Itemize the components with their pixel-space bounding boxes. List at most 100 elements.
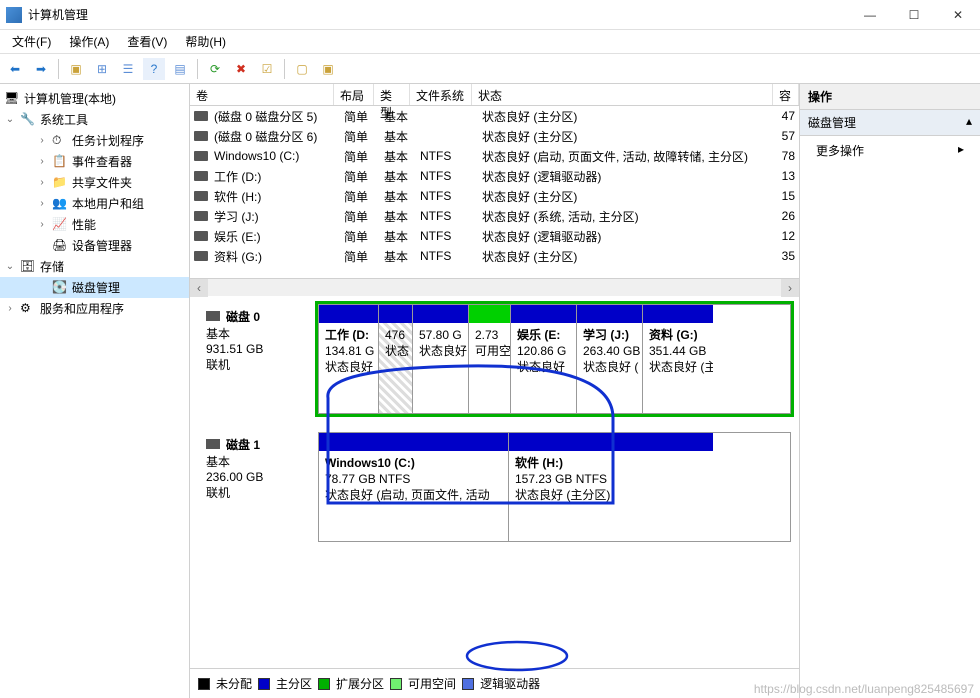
- back-icon[interactable]: ⬅: [4, 58, 26, 80]
- tree-task-scheduler[interactable]: ›⏱任务计划程序: [0, 130, 189, 151]
- disk-info[interactable]: 磁盘 1 基本236.00 GB联机: [198, 432, 318, 542]
- volume-header: 卷 布局 类型 文件系统 状态 容: [190, 84, 799, 106]
- volume-icon: [194, 171, 208, 181]
- tree-disk-management[interactable]: 💽磁盘管理: [0, 277, 189, 298]
- help-icon[interactable]: ?: [143, 58, 165, 80]
- device-icon: 🖨: [52, 238, 68, 254]
- col-status[interactable]: 状态: [472, 84, 773, 105]
- menu-help[interactable]: 帮助(H): [177, 31, 234, 52]
- legend: 未分配 主分区 扩展分区 可用空间 逻辑驱动器: [190, 668, 799, 698]
- partition-header: [469, 305, 510, 323]
- title-bar: 计算机管理 — ☐ ✕: [0, 0, 980, 30]
- check-icon[interactable]: ☑: [256, 58, 278, 80]
- tree-services[interactable]: ›⚙服务和应用程序: [0, 298, 189, 319]
- partition[interactable]: 软件 (H:)157.23 GB NTFS状态良好 (主分区): [509, 433, 713, 541]
- menu-action[interactable]: 操作(A): [61, 31, 117, 52]
- delete-icon[interactable]: ✖: [230, 58, 252, 80]
- tree-storage[interactable]: ⌄🗄存储: [0, 256, 189, 277]
- partition-header: [577, 305, 642, 323]
- col-volume[interactable]: 卷: [190, 84, 334, 105]
- scroll-right-icon[interactable]: ›: [781, 279, 799, 297]
- volume-row[interactable]: (磁盘 0 磁盘分区 5) 简单 基本 状态良好 (主分区) 47: [190, 106, 799, 126]
- volume-row[interactable]: 学习 (J:) 简单 基本 NTFS 状态良好 (系统, 活动, 主分区) 26: [190, 206, 799, 226]
- computer-icon: 🖥: [4, 91, 20, 107]
- menu-file[interactable]: 文件(F): [4, 31, 59, 52]
- partition-header: [509, 433, 713, 451]
- new-icon[interactable]: ▢: [291, 58, 313, 80]
- disk-icon: [206, 311, 220, 321]
- partition-header: [643, 305, 713, 323]
- window-title: 计算机管理: [28, 6, 848, 23]
- partition-header: [319, 433, 508, 451]
- tree-local-users[interactable]: ›👥本地用户和组: [0, 193, 189, 214]
- partition[interactable]: 学习 (J:)263.40 GB状态良好 (: [577, 305, 643, 413]
- wrench-icon: 🔧: [20, 112, 36, 128]
- maximize-button[interactable]: ☐: [892, 0, 936, 30]
- volume-row[interactable]: 工作 (D:) 简单 基本 NTFS 状态良好 (逻辑驱动器) 13: [190, 166, 799, 186]
- volume-row[interactable]: (磁盘 0 磁盘分区 6) 简单 基本 状态良好 (主分区) 57: [190, 126, 799, 146]
- volume-row[interactable]: 软件 (H:) 简单 基本 NTFS 状态良好 (主分区) 15: [190, 186, 799, 206]
- disk-row: 磁盘 0 基本931.51 GB联机 工作 (D:134.81 G状态良好 47…: [198, 304, 791, 414]
- col-filesystem[interactable]: 文件系统: [410, 84, 472, 105]
- partitions: Windows10 (C:)78.77 GB NTFS状态良好 (启动, 页面文…: [318, 432, 791, 542]
- tree-system-tools[interactable]: ⌄🔧系统工具: [0, 109, 189, 130]
- partition[interactable]: 2.73可用空: [469, 305, 511, 413]
- actions-section[interactable]: 磁盘管理▴: [800, 110, 980, 136]
- partition[interactable]: 工作 (D:134.81 G状态良好: [319, 305, 379, 413]
- volume-row[interactable]: 娱乐 (E:) 简单 基本 NTFS 状态良好 (逻辑驱动器) 12: [190, 226, 799, 246]
- close-button[interactable]: ✕: [936, 0, 980, 30]
- actions-pane: 操作 磁盘管理▴ 更多操作▸: [800, 84, 980, 698]
- view-icon[interactable]: ⊞: [91, 58, 113, 80]
- minimize-button[interactable]: —: [848, 0, 892, 30]
- h-scrollbar[interactable]: ‹ ›: [190, 278, 799, 296]
- menu-view[interactable]: 查看(V): [119, 31, 175, 52]
- nav-tree: 🖥计算机管理(本地) ⌄🔧系统工具 ›⏱任务计划程序 ›📋事件查看器 ›📁共享文…: [0, 84, 190, 698]
- disk-graphical-view: 磁盘 0 基本931.51 GB联机 工作 (D:134.81 G状态良好 47…: [190, 296, 799, 668]
- col-type[interactable]: 类型: [374, 84, 410, 105]
- tree-event-viewer[interactable]: ›📋事件查看器: [0, 151, 189, 172]
- col-layout[interactable]: 布局: [334, 84, 374, 105]
- swatch-free: [390, 678, 402, 690]
- storage-icon: 🗄: [20, 259, 36, 275]
- volume-icon: [194, 111, 208, 121]
- center-pane: 卷 布局 类型 文件系统 状态 容 (磁盘 0 磁盘分区 5) 简单 基本 状态…: [190, 84, 800, 698]
- tree-root[interactable]: 🖥计算机管理(本地): [0, 88, 189, 109]
- volume-icon: [194, 131, 208, 141]
- volume-row[interactable]: Windows10 (C:) 简单 基本 NTFS 状态良好 (启动, 页面文件…: [190, 146, 799, 166]
- scroll-left-icon[interactable]: ‹: [190, 279, 208, 297]
- volume-icon: [194, 251, 208, 261]
- services-icon: ⚙: [20, 301, 36, 317]
- open-icon[interactable]: ▣: [317, 58, 339, 80]
- watermark: https://blog.csdn.net/luanpeng825485697: [754, 682, 974, 696]
- forward-icon[interactable]: ➡: [30, 58, 52, 80]
- list-icon[interactable]: ▤: [169, 58, 191, 80]
- collapse-icon: ▴: [966, 114, 972, 131]
- disk-row: 磁盘 1 基本236.00 GB联机 Windows10 (C:)78.77 G…: [198, 432, 791, 542]
- swatch-extended: [318, 678, 330, 690]
- volume-icon: [194, 191, 208, 201]
- partition[interactable]: 娱乐 (E:120.86 G状态良好: [511, 305, 577, 413]
- volume-row[interactable]: 资料 (G:) 简单 基本 NTFS 状态良好 (主分区) 35: [190, 246, 799, 266]
- partition[interactable]: Windows10 (C:)78.77 GB NTFS状态良好 (启动, 页面文…: [319, 433, 509, 541]
- partition-header: [413, 305, 468, 323]
- refresh-icon[interactable]: ⟳: [204, 58, 226, 80]
- perf-icon: 📈: [52, 217, 68, 233]
- disk-info[interactable]: 磁盘 0 基本931.51 GB联机: [198, 304, 318, 414]
- tree-shared-folders[interactable]: ›📁共享文件夹: [0, 172, 189, 193]
- actions-title: 操作: [800, 84, 980, 110]
- clock-icon: ⏱: [52, 133, 68, 149]
- share-icon: 📁: [52, 175, 68, 191]
- swatch-primary: [258, 678, 270, 690]
- partitions: 工作 (D:134.81 G状态良好 476状态 57.80 G状态良好 2.7…: [318, 304, 791, 414]
- folder-icon[interactable]: ▣: [65, 58, 87, 80]
- tree-device-manager[interactable]: 🖨设备管理器: [0, 235, 189, 256]
- actions-more[interactable]: 更多操作▸: [800, 136, 980, 165]
- volume-icon: [194, 211, 208, 221]
- properties-icon[interactable]: ☰: [117, 58, 139, 80]
- partition[interactable]: 资料 (G:)351.44 GB状态良好 (主: [643, 305, 713, 413]
- tree-performance[interactable]: ›📈性能: [0, 214, 189, 235]
- partition[interactable]: 57.80 G状态良好: [413, 305, 469, 413]
- users-icon: 👥: [52, 196, 68, 212]
- col-capacity[interactable]: 容: [773, 84, 799, 105]
- partition[interactable]: 476状态: [379, 305, 413, 413]
